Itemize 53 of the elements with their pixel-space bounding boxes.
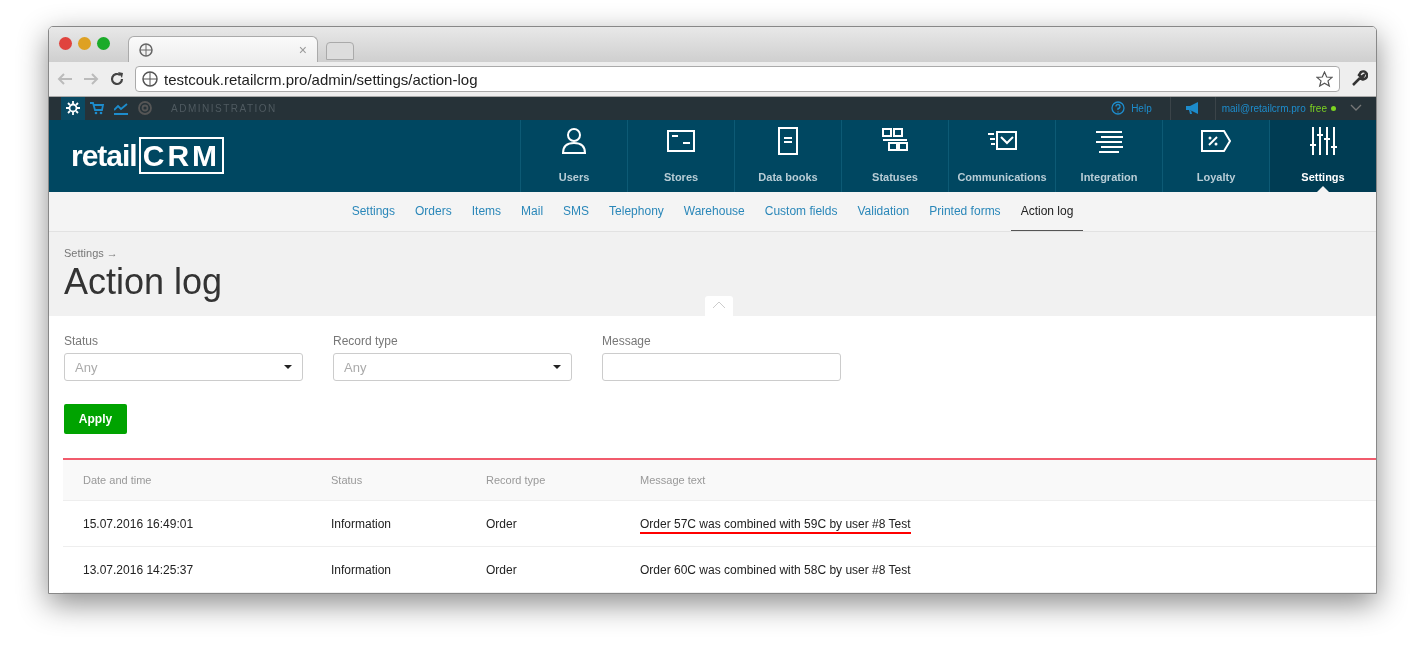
subnav-link[interactable]: Warehouse	[673, 191, 755, 231]
input-field[interactable]	[602, 353, 841, 381]
subnav-link[interactable]: SMS	[553, 191, 600, 231]
globe-icon	[139, 42, 153, 57]
back-icon[interactable]	[57, 72, 73, 87]
subnav-link[interactable]: Telephony	[599, 191, 674, 231]
help-icon	[1111, 101, 1126, 116]
select-field[interactable]: Any	[333, 353, 572, 381]
chevron-down-icon[interactable]	[1350, 104, 1362, 113]
field-label: Record type	[333, 334, 399, 348]
column-header: Message text	[640, 474, 707, 486]
table-cell-text: Order 60C was combined with 58C by user #8 Test	[640, 562, 912, 577]
table-cell: Order 57C was combined with 59C by user #8 Test	[640, 516, 911, 534]
page-title: Action log	[64, 260, 224, 303]
sliders-icon	[1307, 124, 1339, 157]
table-cell-text: 13.07.2016 14:25:37	[83, 562, 195, 577]
field-label: Status	[64, 334, 100, 348]
subnav-link[interactable]: Validation	[847, 191, 920, 231]
apply-button[interactable]: Apply	[64, 404, 127, 434]
table-cell-text: Order	[486, 516, 518, 531]
subnav-link[interactable]: Settings	[341, 191, 406, 231]
table-cell-text: 15.07.2016 16:49:01	[83, 516, 195, 531]
star-icon[interactable]	[1316, 70, 1333, 88]
help-link[interactable]: Help	[1111, 97, 1171, 120]
table-cell-text: Information	[331, 562, 393, 577]
subnav-link[interactable]: Printed forms	[919, 191, 1011, 231]
close-window-icon[interactable]	[59, 37, 72, 51]
maximize-window-icon[interactable]	[97, 37, 110, 51]
globe-icon	[142, 71, 158, 88]
field-label: Message	[602, 334, 652, 348]
subnav-link[interactable]: Action log	[1010, 191, 1084, 231]
nav-item[interactable]: Settings	[1269, 119, 1376, 192]
user-email[interactable]: mail@retailcrm.pro	[1221, 102, 1306, 114]
forward-icon[interactable]	[83, 72, 99, 87]
new-tab-button[interactable]	[326, 42, 354, 61]
browser-tab[interactable]: ×	[128, 36, 318, 63]
breadcrumb-link[interactable]: Settings →	[64, 246, 1376, 259]
column-header: Status	[331, 474, 364, 486]
reload-icon[interactable]	[109, 71, 125, 88]
gear-app-icon[interactable]	[61, 97, 85, 120]
subnav-link[interactable]: Mail	[511, 191, 554, 231]
table-cell-text: Information	[331, 516, 393, 531]
column-header: Date and time	[83, 474, 153, 486]
subnav-link[interactable]: Orders	[405, 191, 462, 231]
megaphone-icon[interactable]	[1184, 101, 1201, 116]
minimize-window-icon[interactable]	[78, 37, 91, 51]
plan-label: free	[1309, 102, 1327, 114]
select-field[interactable]: Any	[64, 353, 303, 381]
table-cell-text: Order	[486, 562, 518, 577]
subnav-link[interactable]: Custom fields	[754, 191, 848, 231]
close-tab-button[interactable]: ×	[298, 41, 307, 58]
subnav-link[interactable]: Items	[461, 191, 512, 231]
column-header: Record type	[486, 474, 547, 486]
